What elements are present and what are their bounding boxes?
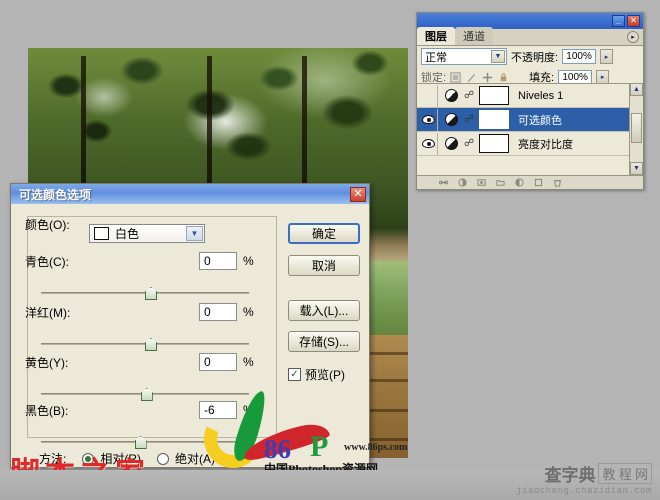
scroll-down-icon[interactable]: ▼ bbox=[630, 162, 643, 175]
magenta-label: 洋红(M): bbox=[25, 305, 71, 320]
save-button[interactable]: 存储(S)... bbox=[288, 331, 360, 352]
scrollbar-thumb[interactable] bbox=[631, 113, 642, 143]
minimize-icon[interactable]: _ bbox=[612, 15, 625, 27]
scroll-up-icon[interactable]: ▲ bbox=[630, 83, 643, 96]
panel-tab-strip[interactable]: 图层 通道 ▸ bbox=[417, 27, 643, 46]
layer-row[interactable]: ☍ 可选颜色 bbox=[417, 108, 643, 132]
black-label: 黑色(B): bbox=[25, 403, 69, 418]
visibility-toggle[interactable] bbox=[419, 84, 438, 107]
yellow-unit: % bbox=[243, 355, 254, 369]
tab-channels[interactable]: 通道 bbox=[455, 27, 493, 45]
blend-mode-select[interactable]: 正常 ▼ bbox=[421, 48, 507, 65]
magenta-slider-track[interactable] bbox=[41, 338, 249, 351]
layer-name: 亮度对比度 bbox=[518, 138, 573, 151]
adjustment-layer-icon bbox=[445, 89, 458, 102]
preview-label: 预览(P) bbox=[305, 368, 345, 382]
method-absolute-label: 绝对(A) bbox=[175, 452, 216, 466]
load-button[interactable]: 载入(L)... bbox=[288, 300, 360, 321]
dialog-titlebar[interactable]: 可选颜色选项 ✕ bbox=[11, 184, 369, 204]
close-icon[interactable]: ✕ bbox=[350, 186, 366, 202]
selective-color-dialog[interactable]: 可选颜色选项 ✕ 颜色(O): 白色 ▼ 青色(C): 0 % 洋红(M): 0… bbox=[10, 183, 370, 468]
radio-relative[interactable] bbox=[82, 452, 95, 465]
tab-layers[interactable]: 图层 bbox=[417, 27, 455, 45]
opacity-label: 不透明度: bbox=[511, 51, 559, 64]
close-icon[interactable]: ✕ bbox=[627, 15, 640, 27]
chevron-down-icon[interactable]: ▼ bbox=[186, 226, 203, 241]
lock-all-icon[interactable] bbox=[498, 72, 509, 83]
link-icon[interactable]: ☍ bbox=[464, 137, 474, 151]
visibility-toggle[interactable] bbox=[419, 108, 438, 131]
yellow-value-input[interactable]: 0 bbox=[199, 353, 237, 371]
adjustment-layer-icon bbox=[445, 137, 458, 150]
cyan-value-input[interactable]: 0 bbox=[199, 252, 237, 270]
magenta-value-input[interactable]: 0 bbox=[199, 303, 237, 321]
layer-style-icon[interactable] bbox=[458, 178, 467, 187]
color-select[interactable]: 白色 ▼ bbox=[89, 224, 205, 243]
layer-mask-thumbnail[interactable] bbox=[479, 86, 509, 105]
lock-icon-group[interactable] bbox=[450, 71, 509, 83]
method-label: 方法: bbox=[39, 452, 67, 466]
link-icon[interactable]: ☍ bbox=[464, 89, 474, 103]
color-select-value: 白色 bbox=[115, 227, 140, 241]
layer-mask-thumbnail[interactable] bbox=[479, 110, 509, 129]
method-row: 方法: 相对(R) 绝对(A) bbox=[39, 450, 215, 467]
ok-button[interactable]: 确定 bbox=[288, 223, 360, 244]
screen-root: _ ✕ 图层 通道 ▸ 正常 ▼ 不透明度: 100% ▸ 锁定: 填充: 10… bbox=[0, 0, 660, 500]
layers-scrollbar[interactable]: ▲ ▼ bbox=[629, 83, 643, 175]
panel-menu-icon[interactable]: ▸ bbox=[627, 31, 639, 43]
preview-checkbox-row[interactable]: ✓ 预览(P) bbox=[288, 366, 345, 383]
magenta-unit: % bbox=[243, 305, 254, 319]
layer-name: Niveles 1 bbox=[518, 89, 564, 102]
black-unit: % bbox=[243, 403, 254, 417]
layer-list[interactable]: ☍ Niveles 1 ☍ 可选颜色 ☍ 亮度对比度 bbox=[417, 83, 643, 175]
layers-panel[interactable]: _ ✕ 图层 通道 ▸ 正常 ▼ 不透明度: 100% ▸ 锁定: 填充: 10… bbox=[416, 12, 644, 190]
delete-layer-icon[interactable] bbox=[553, 178, 562, 187]
blend-opacity-row: 正常 ▼ 不透明度: 100% ▸ bbox=[417, 46, 643, 67]
lock-brush-icon[interactable] bbox=[466, 72, 477, 83]
yellow-label: 黄色(Y): bbox=[25, 355, 69, 370]
new-adjustment-icon[interactable] bbox=[515, 178, 524, 187]
opacity-value[interactable]: 100% bbox=[562, 49, 597, 64]
layer-row[interactable]: ☍ 亮度对比度 bbox=[417, 132, 643, 156]
cyan-label: 青色(C): bbox=[25, 254, 69, 269]
yellow-slider-track[interactable] bbox=[41, 388, 249, 401]
opacity-stepper-icon[interactable]: ▸ bbox=[600, 49, 614, 64]
add-mask-icon[interactable] bbox=[477, 178, 486, 187]
new-layer-icon[interactable] bbox=[534, 178, 543, 187]
color-swatch-icon bbox=[94, 227, 109, 240]
lock-move-icon[interactable] bbox=[482, 72, 493, 83]
new-group-icon[interactable] bbox=[496, 178, 505, 187]
layer-name: 可选颜色 bbox=[518, 114, 562, 127]
cyan-unit: % bbox=[243, 254, 254, 268]
cancel-button[interactable]: 取消 bbox=[288, 255, 360, 276]
lock-transparency-icon[interactable] bbox=[450, 71, 461, 83]
method-relative-label: 相对(R) bbox=[100, 452, 142, 466]
layers-panel-toolbar[interactable] bbox=[417, 175, 643, 189]
black-slider-track[interactable] bbox=[41, 436, 249, 449]
checkbox-icon[interactable]: ✓ bbox=[288, 368, 301, 381]
eye-icon[interactable] bbox=[421, 139, 435, 148]
chevron-down-icon[interactable]: ▼ bbox=[491, 50, 505, 63]
layer-row[interactable]: ☍ Niveles 1 bbox=[417, 84, 643, 108]
layer-mask-thumbnail[interactable] bbox=[479, 134, 509, 153]
blend-mode-value: 正常 bbox=[425, 51, 447, 64]
radio-absolute[interactable] bbox=[157, 452, 170, 465]
link-layers-icon[interactable] bbox=[439, 178, 448, 187]
desktop-bottom-strip bbox=[0, 470, 660, 500]
adjustment-layer-icon bbox=[445, 113, 458, 126]
eye-icon[interactable] bbox=[421, 115, 435, 124]
visibility-toggle[interactable] bbox=[419, 132, 438, 155]
dialog-body: 颜色(O): 白色 ▼ 青色(C): 0 % 洋红(M): 0 % 黄色(Y):… bbox=[11, 204, 369, 469]
dialog-title: 可选颜色选项 bbox=[19, 187, 92, 202]
color-label: 颜色(O): bbox=[25, 217, 70, 232]
black-value-input[interactable]: -6 bbox=[199, 401, 237, 419]
cyan-slider-track[interactable] bbox=[41, 287, 249, 300]
link-icon[interactable]: ☍ bbox=[464, 113, 474, 127]
